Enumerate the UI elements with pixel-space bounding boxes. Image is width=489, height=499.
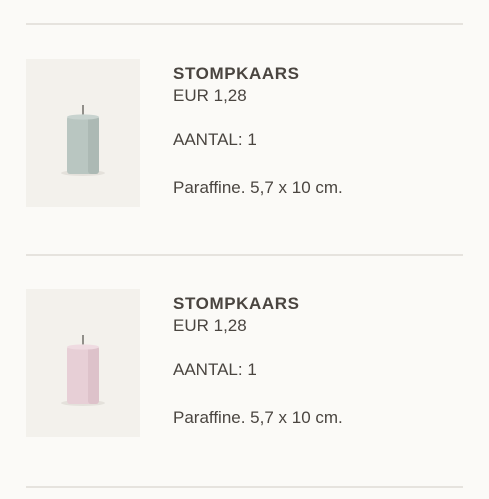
product-name[interactable]: STOMPKAARS: [173, 293, 343, 315]
product-image[interactable]: [26, 289, 140, 437]
product-name[interactable]: STOMPKAARS: [173, 63, 343, 85]
product-quantity: AANTAL: 1: [173, 130, 257, 149]
product-description: Paraffine. 5,7 x 10 cm.: [173, 178, 343, 197]
item-info: STOMPKAARS EUR 1,28 AANTAL: 1 Paraffine.…: [173, 63, 343, 199]
item-info: STOMPKAARS EUR 1,28 AANTAL: 1 Paraffine.…: [173, 293, 343, 429]
candle-pink-icon: [61, 335, 105, 406]
product-price: EUR 1,28: [173, 86, 247, 105]
product-quantity: AANTAL: 1: [173, 360, 257, 379]
bottom-divider: [26, 486, 463, 488]
product-price: EUR 1,28: [173, 316, 247, 335]
product-description: Paraffine. 5,7 x 10 cm.: [173, 408, 343, 427]
item-divider: [26, 254, 463, 256]
product-image[interactable]: [26, 59, 140, 207]
cart-item: STOMPKAARS EUR 1,28 AANTAL: 1 Paraffine.…: [26, 59, 463, 209]
candle-sage-icon: [61, 105, 105, 176]
top-divider: [26, 23, 463, 25]
cart-item: STOMPKAARS EUR 1,28 AANTAL: 1 Paraffine.…: [26, 289, 463, 439]
